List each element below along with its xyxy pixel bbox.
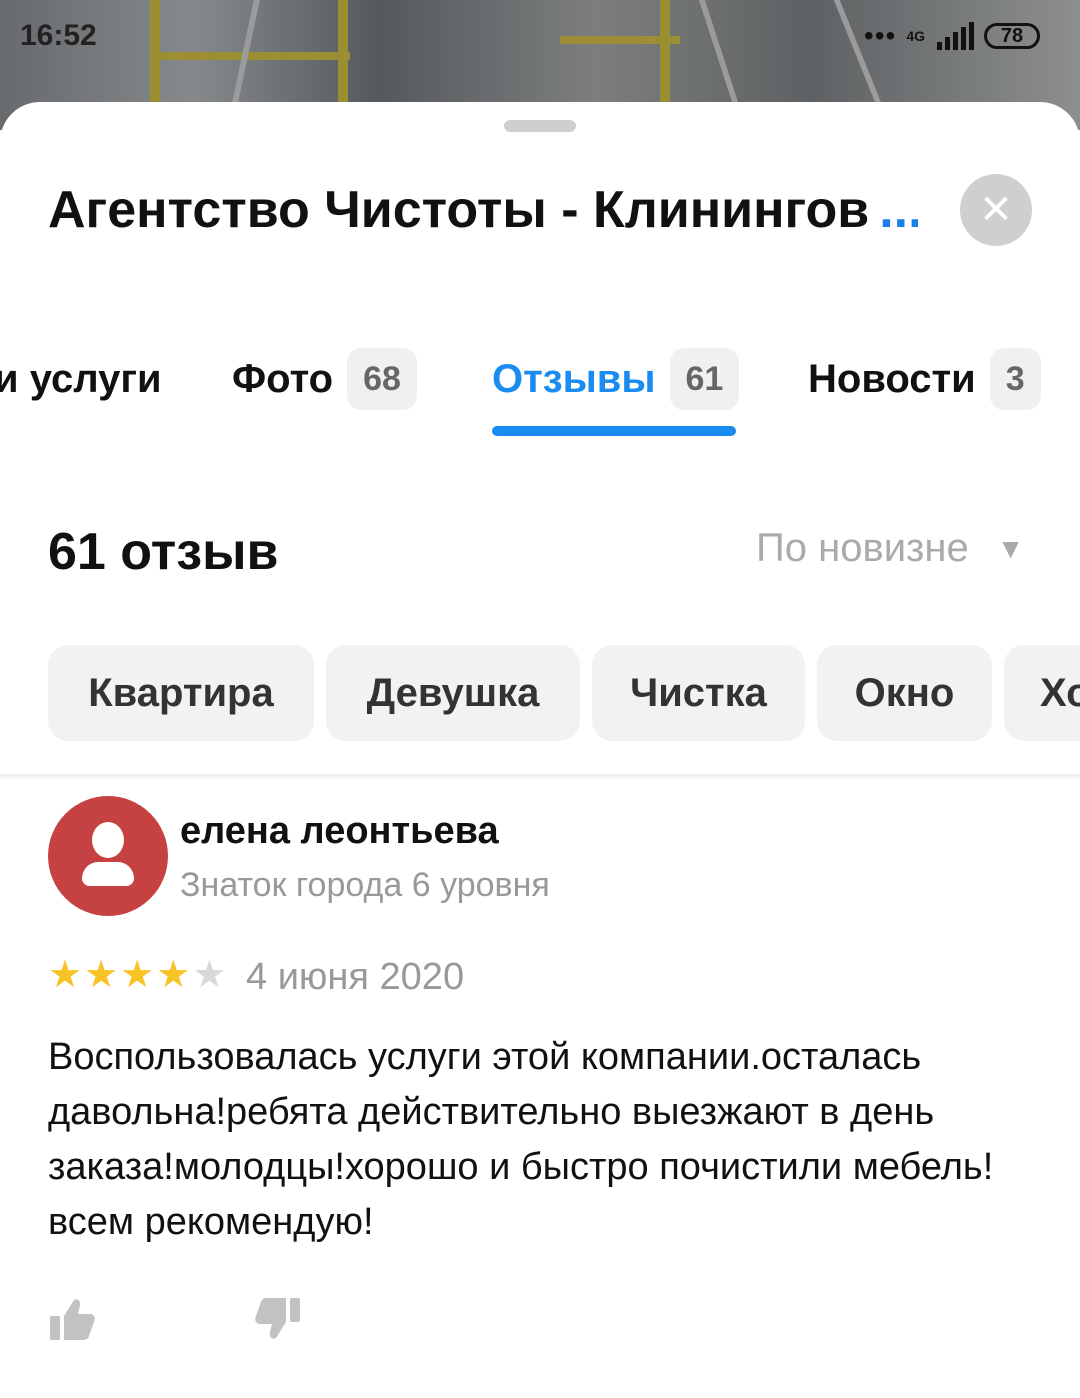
close-button[interactable]: ✕	[960, 174, 1032, 246]
tab-bar: и услуги Фото 68 Отзывы 61 Новости 3	[0, 346, 1080, 446]
signal-icon	[937, 22, 974, 50]
title-ellipsis[interactable]: ...	[879, 181, 918, 239]
place-card-sheet: Агентство Чистоты - Клинингов... ✕ и усл…	[0, 102, 1080, 1398]
chip-label: Чистка	[630, 670, 767, 715]
chip[interactable]: Чистка	[592, 645, 805, 741]
review-date: 4 июня 2020	[246, 956, 465, 998]
user-icon	[92, 822, 124, 858]
keyword-chips: Квартира Девушка Чистка Окно Хо	[0, 645, 1080, 741]
battery-icon: 78	[984, 23, 1040, 49]
notification-dots-icon: •••	[863, 20, 897, 51]
user-icon-body	[82, 862, 134, 886]
place-title: Агентство Чистоты - Клинингов	[48, 181, 870, 239]
sort-label: По новизне	[756, 526, 969, 570]
reviews-count: 61 отзыв	[48, 523, 279, 581]
star-icon: ★	[156, 954, 191, 996]
network-type: 4G	[906, 28, 925, 44]
author-level: Знаток города 6 уровня	[180, 866, 550, 904]
chip-label: Окно	[854, 670, 955, 715]
like-button[interactable]	[48, 1294, 98, 1344]
tab-label: Новости	[808, 356, 976, 401]
status-bar: 16:52 ••• 4G 78	[0, 0, 1080, 72]
tab-label: и услуги	[0, 356, 162, 401]
chip-label: Квартира	[88, 670, 274, 715]
avatar[interactable]	[48, 796, 168, 916]
drag-handle[interactable]	[504, 120, 576, 132]
review-author[interactable]: елена леонтьева	[180, 810, 499, 853]
tab-news[interactable]: Новости 3	[808, 346, 1041, 412]
status-time: 16:52	[20, 19, 97, 52]
tab-count-badge: 61	[669, 348, 740, 410]
tab-label: Фото	[232, 356, 334, 401]
section-divider	[0, 774, 1080, 780]
rating-stars: ★ ★ ★ ★ ★	[48, 952, 226, 997]
dislike-button[interactable]	[252, 1294, 302, 1344]
chip[interactable]: Окно	[817, 645, 992, 741]
close-icon: ✕	[979, 188, 1013, 232]
active-tab-indicator	[492, 426, 736, 436]
tab-services[interactable]: и услуги	[0, 346, 162, 412]
sort-dropdown[interactable]: По новизне ▼	[756, 526, 1024, 571]
thumbs-up-icon	[50, 1299, 95, 1340]
tab-photos[interactable]: Фото 68	[232, 346, 417, 412]
star-icon: ★	[48, 954, 83, 996]
review-text: Воспользовалась услуги этой компании.ост…	[48, 1036, 994, 1243]
tab-reviews[interactable]: Отзывы 61	[492, 346, 740, 412]
star-icon: ★	[120, 954, 155, 996]
star-empty-icon: ★	[192, 954, 227, 996]
tab-count-badge: 68	[347, 348, 417, 410]
tab-count-badge: 3	[989, 348, 1041, 410]
status-icons: ••• 4G 78	[864, 20, 1040, 52]
thumbs-down-icon	[255, 1298, 300, 1339]
chip[interactable]: Хо	[1004, 645, 1080, 741]
tab-label: Отзывы	[492, 356, 656, 401]
battery-level: 78	[1000, 24, 1024, 47]
chip-label: Хо	[1040, 670, 1080, 715]
star-icon: ★	[84, 954, 119, 996]
chip[interactable]: Девушка	[326, 645, 580, 741]
chip-label: Девушка	[366, 670, 540, 715]
page-title: Агентство Чистоты - Клинингов...	[48, 180, 918, 240]
chevron-down-icon: ▼	[996, 532, 1025, 564]
chip[interactable]: Квартира	[48, 645, 314, 741]
